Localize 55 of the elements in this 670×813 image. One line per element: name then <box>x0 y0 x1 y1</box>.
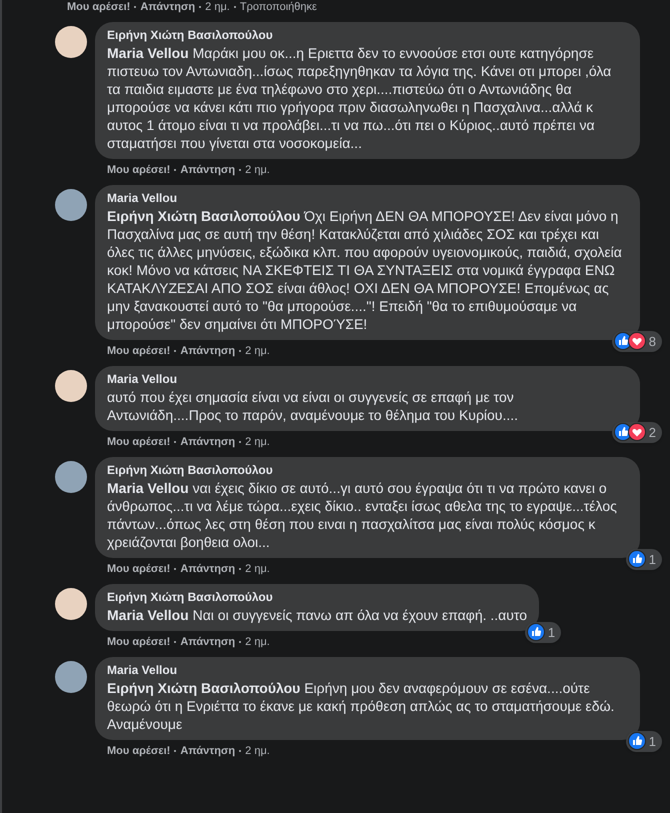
author-name[interactable]: Maria Vellou <box>107 191 628 206</box>
avatar[interactable] <box>55 661 87 693</box>
mention-link[interactable]: Ειρήνη Χιώτη Βασιλοπούλου <box>107 680 300 696</box>
like-link[interactable]: Μου αρέσει! <box>107 163 170 177</box>
author-name[interactable]: Ειρήνη Χιώτη Βασιλοπούλου <box>107 463 628 478</box>
avatar[interactable] <box>55 588 87 620</box>
avatar[interactable] <box>55 461 87 493</box>
reaction-badge[interactable]: 1 <box>524 622 562 643</box>
timestamp[interactable]: 2 ημ. <box>245 435 270 449</box>
avatar[interactable] <box>55 189 87 221</box>
mention-link[interactable]: Maria Vellou <box>107 607 189 623</box>
reaction-badge[interactable]: 1 <box>626 730 662 752</box>
like-link[interactable]: Μου αρέσει! <box>107 344 170 358</box>
timestamp[interactable]: 2 ημ. <box>205 0 230 14</box>
author-name[interactable]: Ειρήνη Χιώτη Βασιλοπούλου <box>107 590 528 605</box>
reaction-count: 1 <box>648 550 657 568</box>
comment-text: Maria Vellou ναι έχεις δίκιο σε αυτό...γι αυτό σου έγραψα ότι τι να πρώτο κανει ο άνθρωπος...τι να λέμε τώρα...εχεις δίκιο.. ενταξει ίσως αθελα της το εγραψε...τέλος πάντων...όπως λες στη θέση που ειναι η πασχαλίτσα μας είναι πολύς κόσμος κ χρειάζονται βοηθεια ολοι... <box>107 479 618 551</box>
author-name[interactable]: Maria Vellou <box>107 663 628 678</box>
mention-link[interactable]: Ειρήνη Χιώτη Βασιλοπούλου <box>107 208 300 224</box>
timestamp[interactable]: 2 ημ. <box>245 744 270 758</box>
reaction-count: 8 <box>648 332 657 350</box>
like-link[interactable]: Μου αρέσει! <box>107 435 170 449</box>
like-link[interactable]: Μου αρέσει! <box>107 562 170 576</box>
reaction-badge[interactable]: 8 <box>612 330 662 352</box>
author-name[interactable]: Maria Vellou <box>107 372 628 387</box>
comment-text: Ειρήνη Χιώτη Βασιλοπούλου Όχι Ειρήνη ΔΕΝ ΘΑ ΜΠΟΡΟΥΣΕ! Δεν είναι μόνο η Πασχαλίνα μας σε αυτή την θέση! Κατακλύζεται από χιλιάδες ΣΟΣ και τρέχει και όλες τις άλλες μηνύσεις, εξώδικα κλπ. που αφορούν υγειονομικούς, παιδιά, σχολεία κοκ! Μόνο να κάτσεις ΝΑ ΣΚΕΦΤΕΙΣ ΤΙ ΘΑ ΣΥΝΤΑΞΕΙΣ στα νομικά έγγραφα ΕΝΩ ΚΑΤΑΚΛΥΖΕΣΑΙ ΑΠΟ ΣΟΣ είναι άθλος! ΟΧΙ ΔΕΝ ΘΑ ΜΠΟΡΟΥΣΕ! Επομένως ας μην ξανακουστεί αυτό το "θα μπορούσε...."! Επειδή "θα το επιθυμούσαμε να μπορούσε" δεν σημαίνει ότι ΜΠΟΡΟΎΣΕ! <box>107 207 623 333</box>
reaction-badge[interactable]: 1 <box>626 548 662 570</box>
like-link[interactable]: Μου αρέσει! <box>107 744 170 758</box>
like-link[interactable]: Μου αρέσει! <box>107 635 170 649</box>
edited-label: Τροποποιήθηκε <box>240 0 317 14</box>
mention-link[interactable]: Maria Vellou <box>107 45 189 61</box>
avatar[interactable] <box>55 26 87 58</box>
reaction-count: 1 <box>648 732 657 750</box>
comment-text: Maria Vellou Μαράκι μου οκ...η Εριεττα δεν το εννοούσε ετσι ουτε κατηγόρησε πιστευω τον Αντωνιαδη...ίσως παρεξηγηθηκαν τα λόγια της. Κάνει οτι μπορει ,όλα τα παιδια ειμαστε με ένα τηλέφωνο στο χερι....πιστεύω ότι ο Αντωνιάδης θα μπορούσε να κάνει κάτι πιο γρήγορα πριν διασωληνωθει η Πασχαλινα...αλλά κ αυτος 1 άτομο είναι τι να προλάβει...τι να πω...ότι πει ο Κύριος..αυτό πρέπει να σταματήσει που γίνεται στα νοσοκομεία... <box>107 44 612 152</box>
comment-text: Ειρήνη Χιώτη Βασιλοπούλου Ειρήνη μου δεν αναφερόμουν σε εσένα....ούτε θεωρώ ότι η Ενριέττα το έκανε με κακή πρόθεση απλώς ας το σταματήσουμε εδώ. Αναμένουμε <box>107 679 616 733</box>
comment-text: Maria Vellou Ναι οι συγγενείς πανω απ όλα να έχουν επαφή. ..αυτο <box>107 606 528 624</box>
timestamp[interactable]: 2 ημ. <box>245 635 270 649</box>
mention-link[interactable]: Maria Vellou <box>107 480 189 496</box>
reply-link[interactable]: Απάντηση <box>140 0 196 14</box>
reply-link[interactable]: Απάντηση <box>180 744 236 758</box>
reaction-badge[interactable]: 2 <box>612 422 662 443</box>
comment-text: αυτό που έχει σημασία είναι να είναι οι συγγενείς σε επαφή με τον Αντωνιάδη....Προς το παρόν, αναμένουμε το θέλημα του Κυρίου.... <box>107 388 520 424</box>
reply-link[interactable]: Απάντηση <box>180 344 236 358</box>
timestamp[interactable]: 2 ημ. <box>245 344 270 358</box>
reply-link[interactable]: Απάντηση <box>180 163 236 177</box>
reply-link[interactable]: Απάντηση <box>180 635 236 649</box>
timestamp[interactable]: 2 ημ. <box>245 562 270 576</box>
reaction-count: 2 <box>648 424 657 442</box>
reply-link[interactable]: Απάντηση <box>180 435 236 449</box>
timestamp[interactable]: 2 ημ. <box>245 163 270 177</box>
avatar[interactable] <box>55 370 87 402</box>
reply-link[interactable]: Απάντηση <box>180 562 236 576</box>
reaction-count: 1 <box>548 624 556 642</box>
like-link[interactable]: Μου αρέσει! <box>67 0 130 14</box>
author-name[interactable]: Ειρήνη Χιώτη Βασιλοπούλου <box>107 28 628 43</box>
